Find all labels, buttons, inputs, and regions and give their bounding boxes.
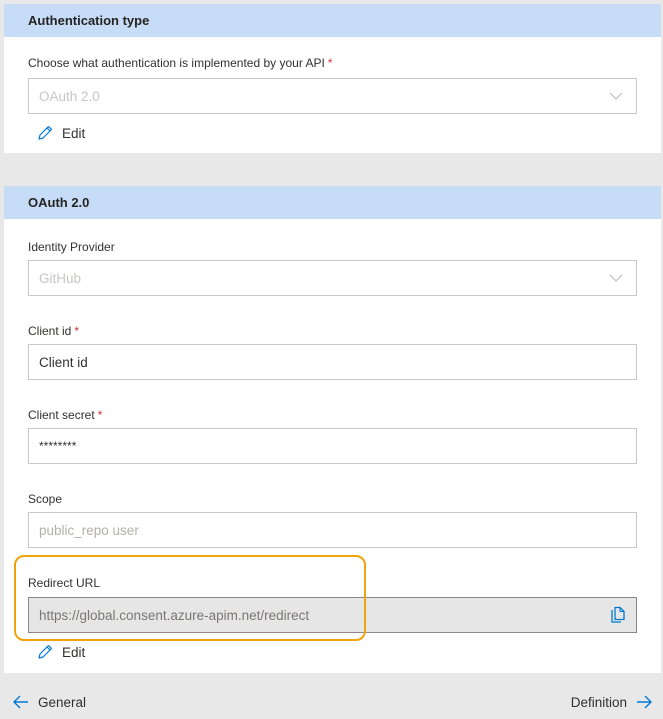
identity-provider-value: GitHub	[39, 270, 82, 286]
auth-type-selected-value: OAuth 2.0	[39, 88, 100, 104]
auth-edit-button[interactable]: Edit	[36, 124, 85, 142]
authentication-type-title: Authentication type	[28, 13, 150, 28]
oauth-edit-button[interactable]: Edit	[36, 643, 85, 661]
chevron-down-icon	[609, 274, 623, 282]
client-secret-label: Client secret *	[28, 408, 103, 422]
auth-type-label: Choose what authentication is implemente…	[28, 56, 333, 70]
auth-type-dropdown[interactable]: OAuth 2.0	[28, 78, 637, 114]
redirect-url-value: https://global.consent.azure-apim.net/re…	[39, 607, 310, 623]
authentication-type-header: Authentication type	[4, 4, 661, 37]
identity-provider-label: Identity Provider	[28, 240, 115, 254]
pencil-icon	[38, 125, 53, 140]
scope-placeholder: public_repo user	[39, 522, 139, 538]
required-mark: *	[327, 56, 333, 70]
client-id-value: Client id	[39, 354, 88, 370]
oauth-title: OAuth 2.0	[28, 195, 90, 210]
arrow-right-icon	[637, 695, 652, 709]
client-id-label: Client id *	[28, 324, 80, 338]
authentication-type-card: Authentication type Choose what authenti…	[4, 4, 661, 153]
identity-provider-dropdown[interactable]: GitHub	[28, 260, 637, 296]
required-mark: *	[97, 408, 103, 422]
chevron-down-icon	[609, 92, 623, 100]
back-general-button[interactable]: General	[12, 693, 86, 711]
copy-icon[interactable]	[610, 606, 626, 624]
arrow-left-icon	[13, 695, 28, 709]
pencil-icon	[38, 644, 53, 659]
redirect-url-label: Redirect URL	[28, 576, 101, 590]
client-secret-value: ********	[39, 439, 77, 453]
oauth-card: OAuth 2.0 Identity Provider GitHub Clien…	[4, 186, 661, 673]
client-id-input[interactable]: Client id	[28, 344, 637, 380]
redirect-url-field[interactable]: https://global.consent.azure-apim.net/re…	[28, 597, 637, 633]
client-secret-input[interactable]: ********	[28, 428, 637, 464]
required-mark: *	[74, 324, 80, 338]
scope-input[interactable]: public_repo user	[28, 512, 637, 548]
next-definition-button[interactable]: Definition	[571, 693, 653, 711]
scope-label: Scope	[28, 492, 63, 506]
oauth-header: OAuth 2.0	[4, 186, 661, 219]
